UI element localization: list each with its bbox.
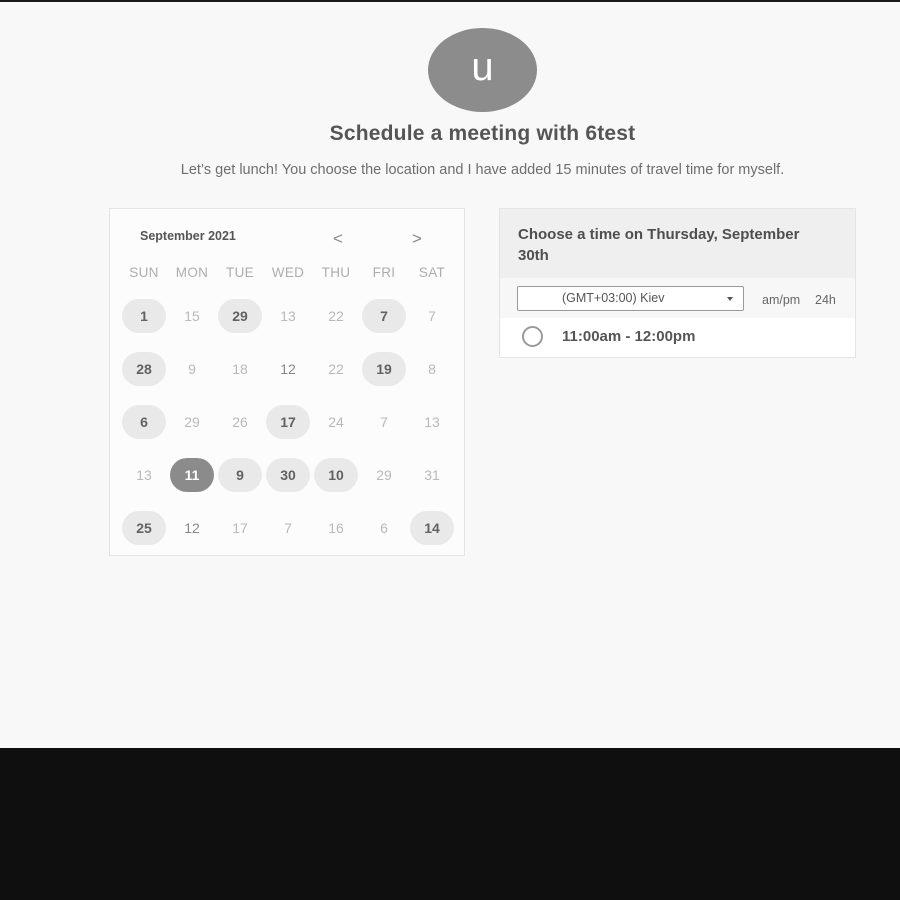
time-panel-title: Choose a time on Thursday, September 30t… [518, 226, 800, 264]
calendar-day-available[interactable]: 29 [218, 299, 262, 333]
format-ampm-toggle[interactable]: am/pm [762, 293, 800, 307]
weekday-label: SUN [129, 265, 159, 280]
time-panel-header: Choose a time on Thursday, September 30t… [500, 209, 855, 278]
calendar-day-disabled: 22 [328, 361, 344, 377]
calendar: September 2021 < > SUN MON TUE WED THU FRI SAT… [109, 208, 465, 556]
calendar-day-disabled: 15 [184, 308, 200, 324]
time-selection-panel: Choose a time on Thursday, September 30t… [499, 208, 856, 358]
caret-down-icon [727, 297, 733, 301]
calendar-day-disabled: 6 [380, 520, 388, 536]
calendar-day-available[interactable]: 17 [266, 405, 310, 439]
radio-circle-icon[interactable] [522, 326, 543, 347]
calendar-day-available[interactable]: 14 [410, 511, 454, 545]
avatar-initial: u [471, 45, 494, 89]
scheduling-page: u Schedule a meeting with 6test Let’s ge… [0, 2, 900, 748]
weekday-label: WED [271, 265, 305, 280]
calendar-day-selected[interactable]: 11 [170, 458, 214, 492]
page-subtitle: Let’s get lunch! You choose the location… [180, 162, 785, 178]
weekday-label: FRI [372, 265, 396, 280]
calendar-day-available[interactable]: 19 [362, 352, 406, 386]
calendar-day-disabled: 29 [184, 414, 200, 430]
timezone-row: (GMT+03:00) Kiev am/pm 24h [500, 278, 855, 318]
time-slot-label: 11:00am - 12:00pm [562, 328, 696, 345]
timezone-value: (GMT+03:00) Kiev [562, 291, 665, 305]
calendar-day-disabled: 17 [232, 520, 248, 536]
calendar-day-available[interactable]: 9 [218, 458, 262, 492]
page-title: Schedule a meeting with 6test [329, 122, 636, 145]
calendar-day-disabled: 26 [232, 414, 248, 430]
time-slot-option[interactable]: 11:00am - 12:00pm [500, 319, 855, 357]
calendar-day-disabled: 13 [424, 414, 440, 430]
calendar-day-available[interactable]: 28 [122, 352, 166, 386]
calendar-day-available[interactable]: 1 [122, 299, 166, 333]
weekday-label: SAT [418, 265, 446, 280]
calendar-day-available[interactable]: 6 [122, 405, 166, 439]
user-avatar: u [428, 28, 537, 112]
calendar-day-disabled: 18 [232, 361, 248, 377]
previous-month-button[interactable]: < [328, 229, 348, 249]
calendar-day-disabled: 7 [428, 308, 436, 324]
calendar-day-available[interactable]: 30 [266, 458, 310, 492]
next-month-button[interactable]: > [407, 229, 427, 249]
calendar-day-disabled: 7 [380, 414, 388, 430]
weekday-label: TUE [226, 265, 254, 280]
calendar-day-available[interactable]: 7 [362, 299, 406, 333]
calendar-day-disabled: 13 [136, 467, 152, 483]
calendar-day-disabled: 29 [376, 467, 392, 483]
calendar-day-disabled: 22 [328, 308, 344, 324]
calendar-day-available[interactable]: 10 [314, 458, 358, 492]
weekday-label: THU [321, 265, 351, 280]
calendar-day-disabled: 12 [280, 361, 296, 377]
calendar-day-disabled: 12 [184, 520, 200, 536]
format-24h-toggle[interactable]: 24h [815, 293, 836, 307]
calendar-month-label: September 2021 [140, 229, 236, 243]
calendar-day-disabled: 9 [188, 361, 196, 377]
calendar-day-disabled: 13 [280, 308, 296, 324]
calendar-day-available[interactable]: 25 [122, 511, 166, 545]
calendar-day-disabled: 8 [428, 361, 436, 377]
calendar-day-disabled: 7 [284, 520, 292, 536]
calendar-day-disabled: 16 [328, 520, 344, 536]
timezone-select[interactable]: (GMT+03:00) Kiev [517, 286, 744, 311]
calendar-day-disabled: 31 [424, 467, 440, 483]
calendar-day-disabled: 24 [328, 414, 344, 430]
weekday-label: MON [175, 265, 209, 280]
